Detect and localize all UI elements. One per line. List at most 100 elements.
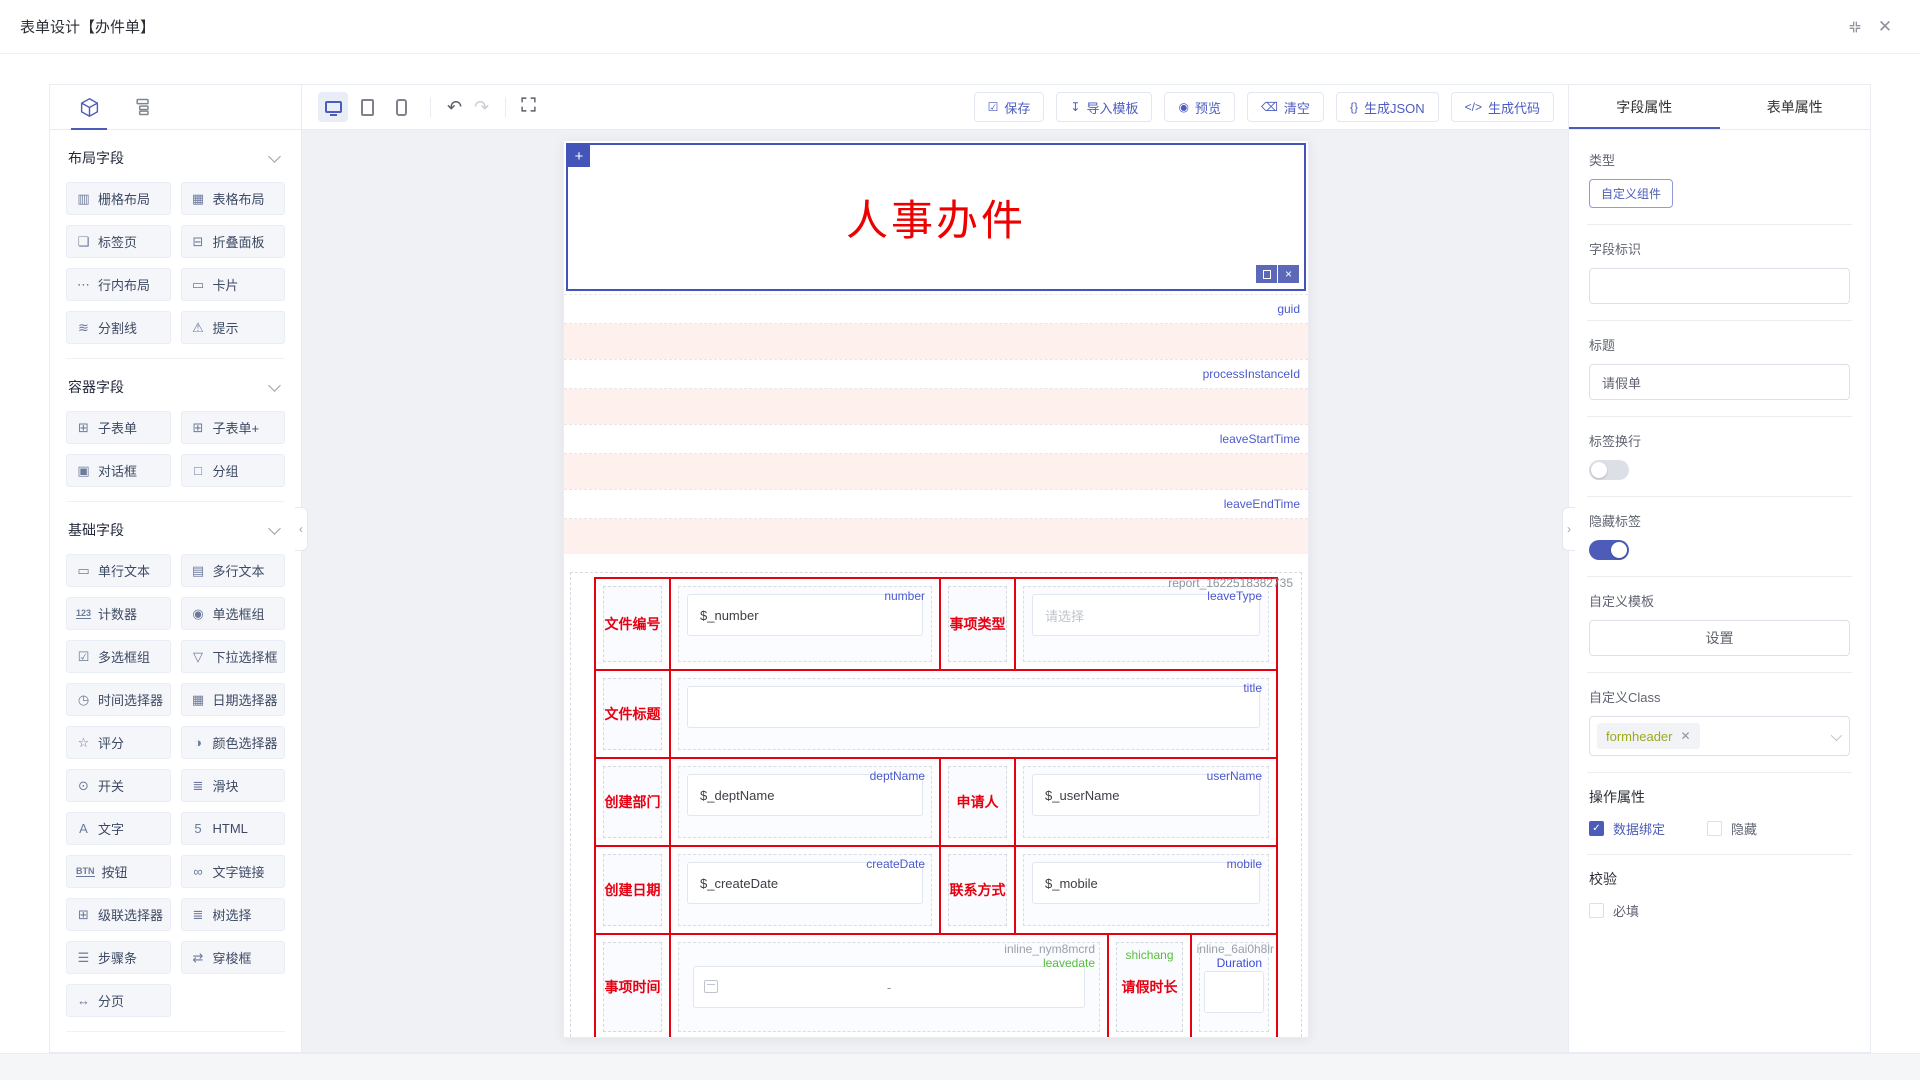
table-label-cell: 事项类型 xyxy=(941,579,1016,669)
palette-item-time-picker[interactable]: ◷时间选择器 xyxy=(66,683,171,716)
title-input[interactable]: 请假单 xyxy=(1589,364,1850,400)
palette-item-checkbox-group[interactable]: ☑多选框组 xyxy=(66,640,171,673)
palette-section-header[interactable]: 基础字段 xyxy=(68,520,283,540)
palette-item-dialog[interactable]: ▣对话框 xyxy=(66,454,171,487)
table-input-cell[interactable]: title xyxy=(671,671,1276,757)
text-field[interactable] xyxy=(687,686,1260,728)
palette-item-table-layout[interactable]: ▦表格布局 xyxy=(181,182,286,215)
palette-item-radio-group[interactable]: ◉单选框组 xyxy=(181,597,286,630)
generate-json-button[interactable]: {}生成JSON xyxy=(1336,92,1439,122)
custom-template-settings-button[interactable]: 设置 xyxy=(1589,620,1850,656)
table-input-cell[interactable]: leaveType请选择 xyxy=(1016,579,1276,669)
palette-item-subform-plus[interactable]: ⊞子表单+ xyxy=(181,411,286,444)
palette-item-inline-layout[interactable]: ⋯行内布局 xyxy=(66,268,171,301)
component-actions: × xyxy=(1256,265,1299,283)
tab-outline[interactable] xyxy=(126,85,160,129)
palette-item-collapse-panel[interactable]: ⊟折叠面板 xyxy=(181,225,286,258)
hidden-component-row[interactable] xyxy=(564,324,1308,359)
hidden-checkbox[interactable]: 隐藏 xyxy=(1707,819,1757,838)
compress-icon[interactable] xyxy=(1840,12,1870,42)
palette-item-select[interactable]: ▽下拉选择框 xyxy=(181,640,286,673)
table-daterange-cell[interactable]: inline_nym8mcrdleavedate- xyxy=(671,935,1109,1038)
palette-item-rate[interactable]: ☆评分 xyxy=(66,726,171,759)
tab-form-properties[interactable]: 表单属性 xyxy=(1720,85,1871,129)
drag-handle-icon[interactable]: + xyxy=(568,145,590,167)
undo-button[interactable]: ↶ xyxy=(441,97,468,118)
duration-field[interactable] xyxy=(1204,971,1264,1013)
remove-class-icon[interactable]: ✕ xyxy=(1680,729,1690,743)
device-tablet-button[interactable] xyxy=(352,92,382,122)
palette-item-steps[interactable]: ☰步骤条 xyxy=(66,941,171,974)
device-phone-button[interactable] xyxy=(386,92,416,122)
save-button[interactable]: ☑保存 xyxy=(974,92,1045,122)
palette-item-transfer[interactable]: ⇄穿梭框 xyxy=(181,941,286,974)
palette-item-html[interactable]: 5HTML xyxy=(181,812,286,845)
tab-components[interactable] xyxy=(72,85,106,129)
palette-item-divider[interactable]: ≋分割线 xyxy=(66,311,171,344)
outline-tree-icon xyxy=(133,97,153,117)
palette-item-date-picker[interactable]: ▦日期选择器 xyxy=(181,683,286,716)
hide-label-toggle[interactable] xyxy=(1589,540,1629,560)
palette-item-cascader[interactable]: ⊞级联选择器 xyxy=(66,898,171,931)
palette-section-header[interactable]: 高级字段 xyxy=(68,1050,283,1052)
palette-item-text[interactable]: A文字 xyxy=(66,812,171,845)
divider xyxy=(1587,224,1852,225)
palette-item-text-link[interactable]: ∞文字链接 xyxy=(181,855,286,888)
hidden-field-row[interactable]: guid xyxy=(564,294,1308,324)
palette-item-counter[interactable]: 123计数器 xyxy=(66,597,171,630)
hidden-component-row[interactable] xyxy=(564,389,1308,424)
palette-item-multi-line-text[interactable]: ▤多行文本 xyxy=(181,554,286,587)
clear-button[interactable]: ⌫清空 xyxy=(1247,92,1324,122)
table-duration-cell[interactable]: inline_6ai0h8lrDuration xyxy=(1192,935,1276,1038)
field-id-input[interactable] xyxy=(1589,268,1850,304)
close-icon[interactable]: ✕ xyxy=(1870,12,1900,42)
palette-item-button[interactable]: BTN按钮 xyxy=(66,855,171,888)
palette-item-tabs[interactable]: ❏标签页 xyxy=(66,225,171,258)
hidden-field-row[interactable]: leaveStartTime xyxy=(564,424,1308,454)
form-header-component[interactable]: + 人事办件 × xyxy=(566,143,1306,291)
palette-item-tree-select[interactable]: ≣树选择 xyxy=(181,898,286,931)
tab-field-properties[interactable]: 字段属性 xyxy=(1569,85,1720,129)
table-input-cell[interactable]: number$_number xyxy=(671,579,941,669)
label-wrap-toggle[interactable] xyxy=(1589,460,1629,480)
palette-item-group[interactable]: □分组 xyxy=(181,454,286,487)
generate-code-button[interactable]: </>生成代码 xyxy=(1451,92,1554,122)
palette-item-grid-layout[interactable]: ▥栅格布局 xyxy=(66,182,171,215)
palette-item-single-line-text[interactable]: ▭单行文本 xyxy=(66,554,171,587)
palette-section-header[interactable]: 布局字段 xyxy=(68,148,283,168)
hidden-field-row[interactable]: processInstanceId xyxy=(564,359,1308,389)
palette-section-header[interactable]: 容器字段 xyxy=(68,377,283,397)
palette-item-subform[interactable]: ⊞子表单 xyxy=(66,411,171,444)
preview-button[interactable]: ◉预览 xyxy=(1164,92,1235,122)
calendar-icon xyxy=(704,980,718,993)
hidden-component-row[interactable] xyxy=(564,519,1308,554)
redo-button[interactable]: ↷ xyxy=(468,97,495,118)
hidden-component-row[interactable] xyxy=(564,454,1308,489)
copy-component-button[interactable] xyxy=(1256,265,1277,283)
table-input-cell[interactable]: createDate$_createDate xyxy=(671,847,941,933)
delete-component-button[interactable]: × xyxy=(1278,265,1299,283)
custom-class-select[interactable]: formheader ✕ xyxy=(1589,716,1850,756)
type-label: 类型 xyxy=(1589,150,1850,169)
import-icon: ↧ xyxy=(1070,101,1080,113)
fullscreen-button[interactable] xyxy=(516,96,541,118)
table-input-cell[interactable]: userName$_userName xyxy=(1016,759,1276,845)
collapse-left-panel-handle[interactable]: ‹ xyxy=(295,507,308,551)
palette-item-pagination[interactable]: ↔分页 xyxy=(66,984,171,1017)
table-input-cell[interactable]: mobile$_mobile xyxy=(1016,847,1276,933)
hidden-field-row[interactable]: leaveEndTime xyxy=(564,489,1308,519)
collapse-right-panel-handle[interactable]: › xyxy=(1562,507,1575,551)
device-desktop-button[interactable] xyxy=(318,92,348,122)
palette-item-color-picker[interactable]: ◑颜色选择器 xyxy=(181,726,286,759)
table-input-cell[interactable]: deptName$_deptName xyxy=(671,759,941,845)
report-table-component[interactable]: report_1622518382735 文件编号number$_number事… xyxy=(570,572,1302,1038)
validation-section-title: 校验 xyxy=(1589,869,1850,889)
palette-item-card[interactable]: ▭卡片 xyxy=(181,268,286,301)
import-template-button[interactable]: ↧导入模板 xyxy=(1056,92,1152,122)
palette-item-alert[interactable]: ⚠提示 xyxy=(181,311,286,344)
palette-item-slider[interactable]: ≣滑块 xyxy=(181,769,286,802)
required-checkbox[interactable]: 必填 xyxy=(1589,901,1639,920)
daterange-field[interactable]: - xyxy=(693,966,1085,1008)
palette-item-switch[interactable]: ⊙开关 xyxy=(66,769,171,802)
data-binding-checkbox[interactable]: ✓ 数据绑定 xyxy=(1589,819,1665,838)
